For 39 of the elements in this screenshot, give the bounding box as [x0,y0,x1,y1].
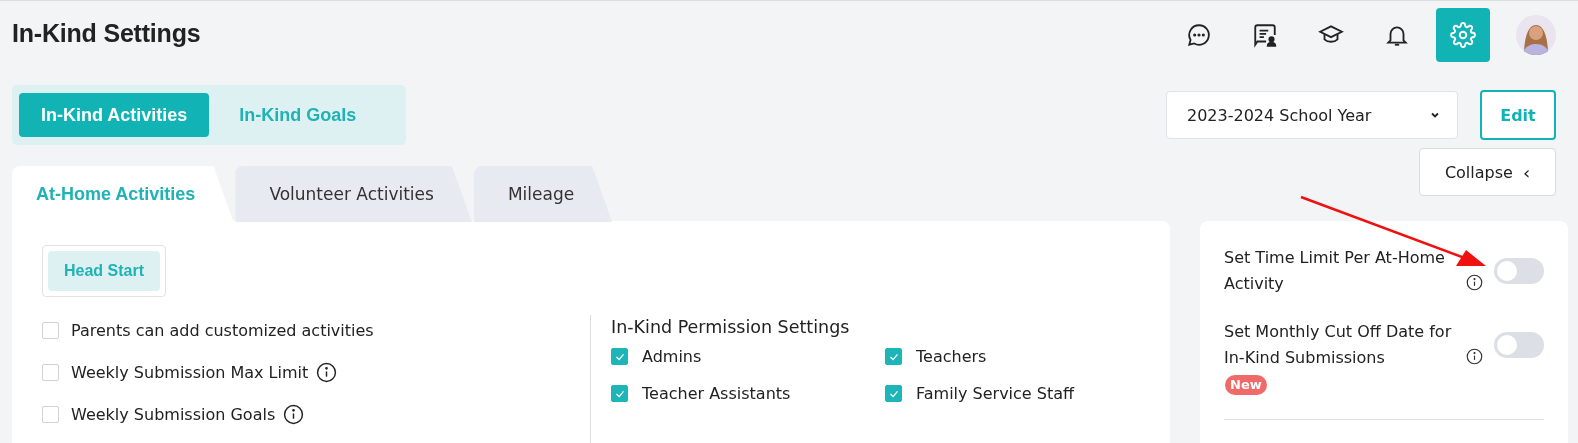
info-icon[interactable] [1466,274,1483,291]
setting-label: Set Monthly Cut Off Date for In-Kind Submissions [1224,321,1453,369]
option-label: Parents can add customized activities [71,320,374,340]
checkbox[interactable] [42,363,59,381]
checkbox[interactable] [611,348,628,365]
new-badge: New [1225,375,1267,395]
info-icon[interactable] [316,361,338,383]
settings-icon [1450,22,1476,48]
checkbox[interactable] [42,321,59,339]
setting-label: Set Time Limit Per At-Home Activity [1224,247,1446,295]
toggle-switch[interactable] [1494,332,1544,358]
section-tab[interactable]: In-Kind Activities [19,93,210,137]
activity-tab[interactable]: Mileage [473,166,613,222]
settings-button[interactable] [1436,8,1490,62]
option-label: Weekly Submission Max Limit [71,362,309,382]
chat-bubble-icon [1186,22,1212,48]
option-label: Weekly Submission Goals [71,404,276,424]
activity-tab[interactable]: Volunteer Activities [235,166,472,222]
checkbox[interactable] [885,385,902,402]
info-icon[interactable] [1466,348,1483,365]
section-tab[interactable]: In-Kind Goals [217,93,379,137]
collapse-button[interactable]: Collapse ‹ [1419,148,1556,196]
presentation-icon [1252,22,1278,48]
section-heading: In-Kind Permission Settings [611,317,851,337]
checkbox[interactable] [42,405,59,423]
checkbox[interactable] [611,385,628,402]
edit-button[interactable]: Edit [1480,90,1556,140]
page-title: In-Kind Settings [12,18,201,48]
option-label: Teachers [916,347,987,366]
program-chip[interactable]: Head Start [48,251,161,291]
info-icon[interactable] [283,403,305,425]
avatar[interactable] [1516,15,1556,55]
checkbox[interactable] [885,348,902,365]
toggle-switch[interactable] [1494,258,1544,284]
option-label: Family Service Staff [916,384,1075,403]
activity-tab[interactable]: At-Home Activities [12,166,234,222]
option-label: Admins [642,347,702,366]
option-label: Teacher Assistants [642,384,791,403]
school-year-select[interactable]: 2023-2024 School Year [1166,91,1458,139]
